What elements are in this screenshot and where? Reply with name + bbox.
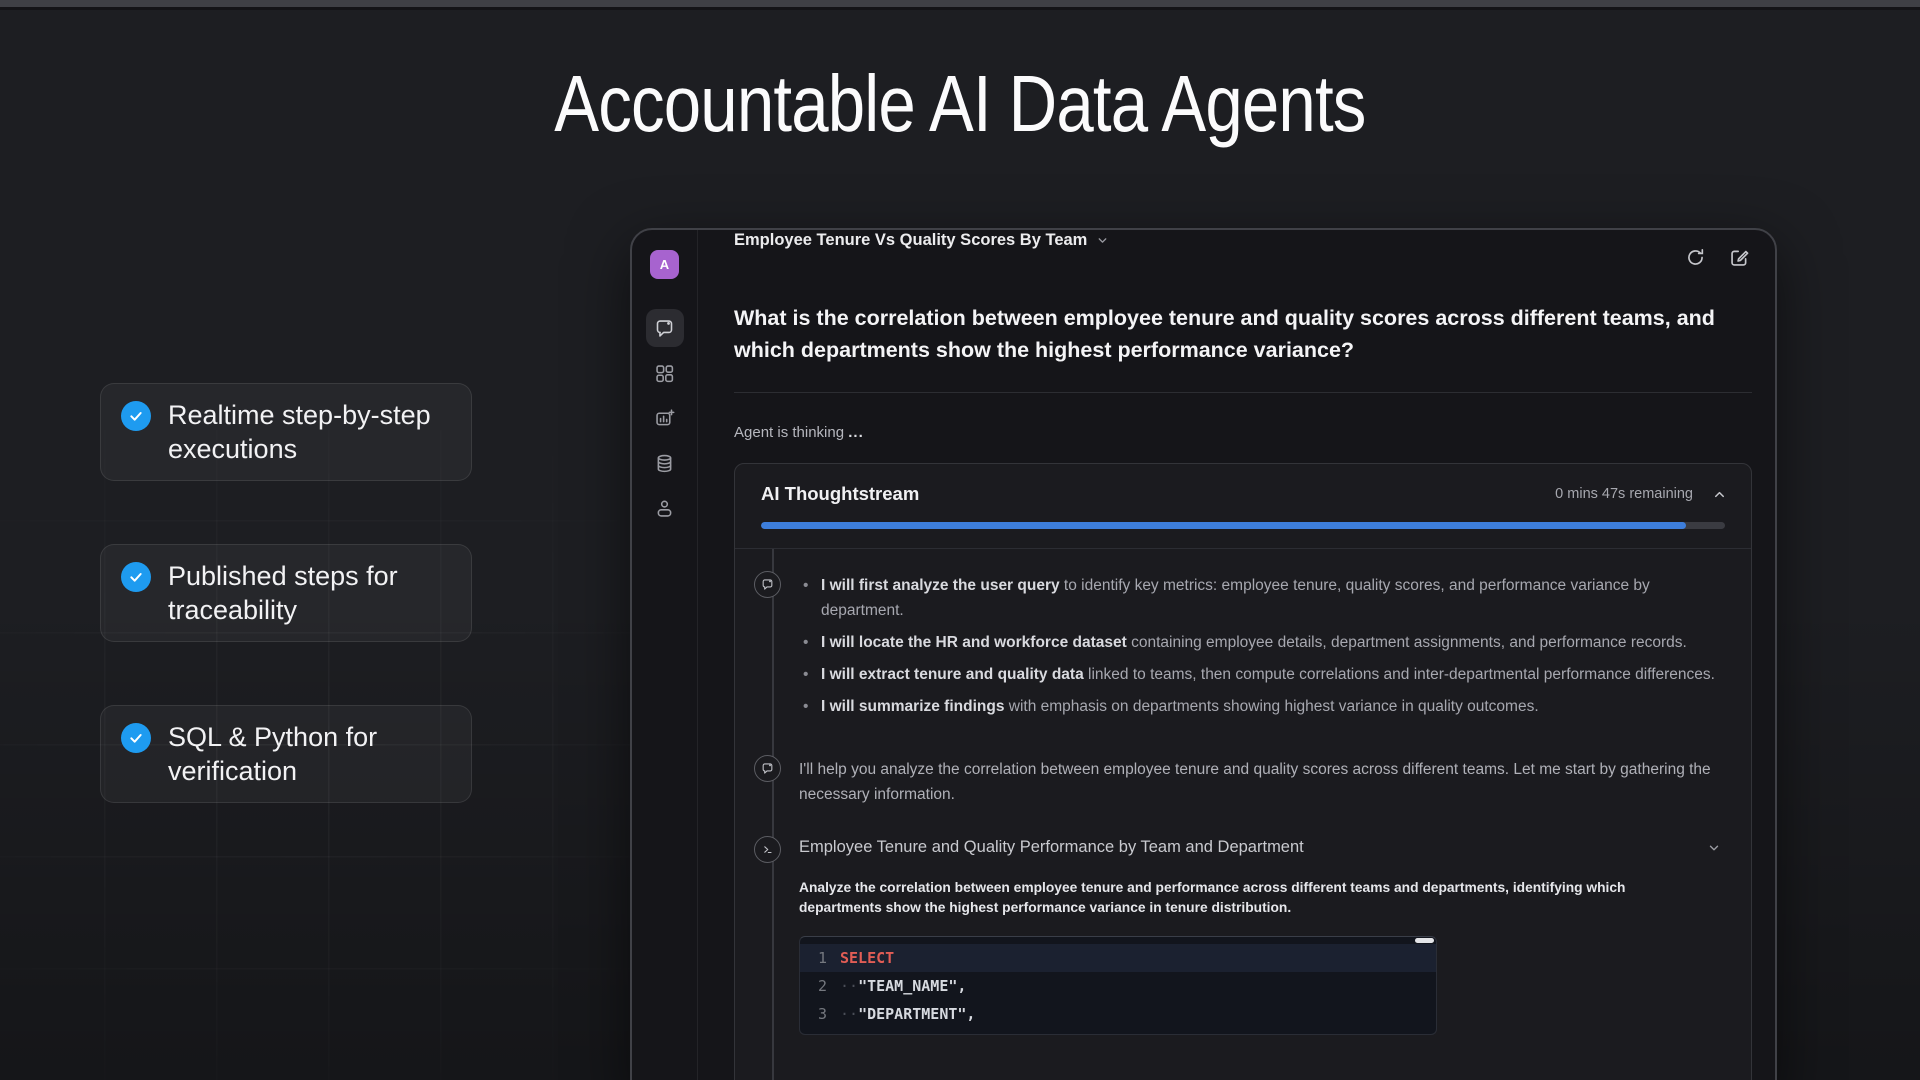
feature-card-sql-python: SQL & Python for verification (100, 705, 472, 803)
feature-card-published: Published steps for traceability (100, 544, 472, 642)
agent-plan-steps: I will first analyze the user query to i… (799, 573, 1725, 719)
database-icon (654, 453, 675, 474)
timeline-item-plan: I will first analyze the user query to i… (735, 573, 1725, 726)
agent-status: Agent is thinking ... (734, 424, 1752, 441)
sidebar-item-dashboards[interactable] (646, 354, 684, 392)
feature-label: SQL & Python for verification (168, 720, 453, 788)
thoughtstream-title: AI Thoughtstream (761, 483, 1555, 505)
feature-label: Realtime step-by-step executions (168, 398, 453, 466)
feature-card-realtime: Realtime step-by-step executions (100, 383, 472, 481)
app-sidebar: A (632, 230, 698, 1080)
plan-step: I will locate the HR and workforce datas… (799, 630, 1725, 655)
top-strip (0, 0, 1920, 10)
tool-description: Analyze the correlation between employee… (799, 878, 1684, 918)
thoughtstream-panel: AI Thoughtstream 0 mins 47s remaining (734, 463, 1752, 1080)
divider (734, 392, 1752, 393)
chevron-down-icon[interactable] (1707, 841, 1721, 855)
user-question: What is the correlation between employee… (734, 303, 1752, 366)
thinking-dots: ... (848, 424, 864, 441)
code-line: 1 SELECT (800, 944, 1436, 972)
chevron-up-icon[interactable] (1712, 487, 1727, 502)
app-main: Employee Tenure Vs Quality Scores By Tea… (698, 230, 1777, 1080)
app-window: A Employee Tenure Vs Quality Scores By T… (630, 228, 1777, 1080)
chart-add-icon (654, 408, 675, 429)
code-line: 2 ··"TEAM_NAME", (800, 972, 1436, 1000)
header-actions (1685, 247, 1750, 268)
code-line: 3 ··"DEPARTMENT", (800, 1000, 1436, 1028)
thoughtstream-progress-fill (761, 522, 1686, 529)
plan-step: I will summarize findings with emphasis … (799, 694, 1725, 719)
line-number: 3 (800, 1000, 840, 1028)
check-circle-icon (121, 723, 151, 753)
tool-section-header[interactable]: Employee Tenure and Quality Performance … (799, 838, 1725, 857)
app-header: Employee Tenure Vs Quality Scores By Tea… (734, 230, 1752, 250)
sql-code-block[interactable]: 1 SELECT 2 ··"TEAM_NAME", 3 ··"DEPARTMEN… (799, 936, 1437, 1035)
thoughtstream-header: AI Thoughtstream 0 mins 47s remaining (735, 464, 1751, 517)
line-number: 1 (800, 944, 840, 972)
conversation-title[interactable]: Employee Tenure Vs Quality Scores By Tea… (734, 231, 1087, 250)
plan-step: I will first analyze the user query to i… (799, 573, 1725, 623)
new-chat-edit-icon[interactable] (1729, 247, 1750, 268)
plan-step: I will extract tenure and quality data l… (799, 662, 1725, 687)
dashboard-grid-icon (654, 363, 675, 384)
sidebar-item-databases[interactable] (646, 444, 684, 482)
terminal-icon (754, 836, 781, 863)
timeline-item-tool-call: Employee Tenure and Quality Performance … (735, 838, 1725, 1035)
feature-label: Published steps for traceability (168, 559, 453, 627)
line-number: 2 (800, 972, 840, 1000)
sidebar-item-new-analysis[interactable] (646, 399, 684, 437)
page-title: Accountable AI Data Agents (0, 58, 1920, 150)
feature-list: Realtime step-by-step executions Publish… (100, 383, 472, 866)
sidebar-nav (646, 309, 684, 527)
sidebar-item-chat[interactable] (646, 309, 684, 347)
app-logo[interactable]: A (650, 250, 679, 279)
progress-bar (761, 522, 1725, 529)
chat-bubble-icon (754, 571, 781, 598)
chevron-down-icon[interactable] (1096, 234, 1109, 247)
thoughtstream-body: I will first analyze the user query to i… (735, 549, 1751, 1080)
check-circle-icon (121, 562, 151, 592)
tool-section-title: Employee Tenure and Quality Performance … (799, 838, 1707, 857)
refresh-icon[interactable] (1685, 247, 1706, 268)
timeline-item-message: I'll help you analyze the correlation be… (735, 757, 1725, 807)
chat-bubble-icon (654, 318, 675, 339)
check-circle-icon (121, 401, 151, 431)
agent-message: I'll help you analyze the correlation be… (799, 757, 1725, 807)
sidebar-item-account[interactable] (646, 489, 684, 527)
time-remaining: 0 mins 47s remaining (1555, 486, 1693, 502)
scrollbar-thumb[interactable] (1415, 938, 1434, 943)
chat-bubble-icon (754, 755, 781, 782)
user-account-icon (654, 498, 675, 519)
